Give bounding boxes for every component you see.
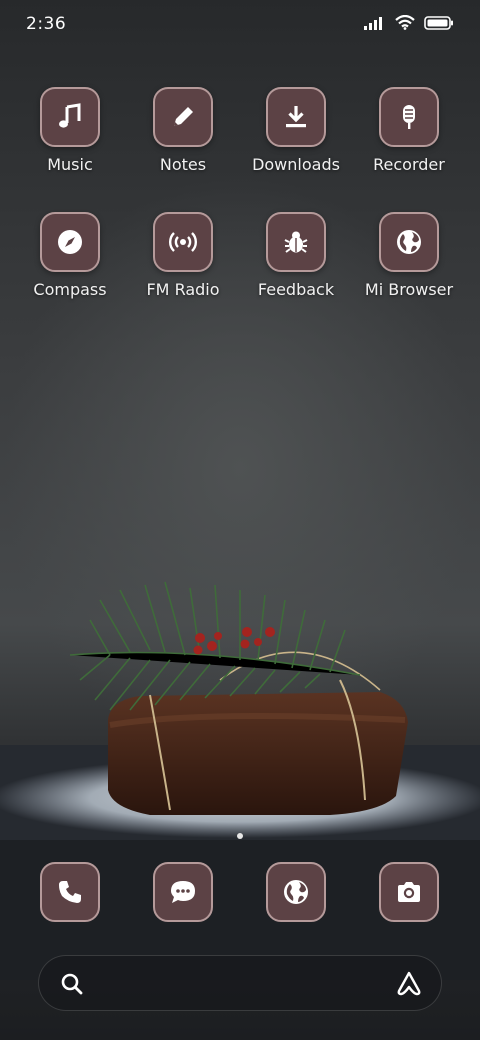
status-bar: 2:36 — [0, 0, 480, 50]
dock-browser[interactable] — [266, 862, 326, 922]
dock-phone[interactable] — [40, 862, 100, 922]
status-time: 2:36 — [26, 14, 67, 34]
app-feedback[interactable]: Feedback — [240, 212, 352, 299]
dock-camera[interactable] — [379, 862, 439, 922]
assistant-icon[interactable] — [395, 970, 423, 1002]
battery-icon — [424, 15, 454, 30]
globe-icon[interactable] — [379, 212, 439, 272]
app-label: Downloads — [252, 155, 340, 174]
wifi-icon — [395, 15, 415, 30]
app-fm-radio[interactable]: FM Radio — [127, 212, 239, 299]
dock-messages[interactable] — [153, 862, 213, 922]
app-label: Feedback — [257, 280, 335, 299]
app-label: Notes — [159, 155, 207, 174]
app-label: Mi Browser — [364, 280, 454, 299]
bug-icon[interactable] — [266, 212, 326, 272]
search-icon[interactable] — [59, 971, 85, 1001]
app-label: Music — [47, 155, 93, 174]
camera-icon[interactable] — [379, 862, 439, 922]
download-icon[interactable] — [266, 87, 326, 147]
app-music[interactable]: Music — [14, 87, 126, 174]
message-icon[interactable] — [153, 862, 213, 922]
app-notes[interactable]: Notes — [127, 87, 239, 174]
music-note-icon[interactable] — [40, 87, 100, 147]
phone-icon[interactable] — [40, 862, 100, 922]
app-mi-browser[interactable]: Mi Browser — [353, 212, 465, 299]
signal-icon — [364, 16, 386, 30]
app-label: Recorder — [373, 155, 445, 174]
app-label: Compass — [33, 280, 107, 299]
globe-icon[interactable] — [266, 862, 326, 922]
pencil-icon[interactable] — [153, 87, 213, 147]
radio-broadcast-icon[interactable] — [153, 212, 213, 272]
compass-icon[interactable] — [40, 212, 100, 272]
app-downloads[interactable]: Downloads — [240, 87, 352, 174]
app-label: FM Radio — [146, 280, 220, 299]
app-compass[interactable]: Compass — [14, 212, 126, 299]
page-indicator-dot — [237, 833, 243, 839]
search-bar[interactable] — [38, 955, 442, 1011]
microphone-icon[interactable] — [379, 87, 439, 147]
app-recorder[interactable]: Recorder — [353, 87, 465, 174]
